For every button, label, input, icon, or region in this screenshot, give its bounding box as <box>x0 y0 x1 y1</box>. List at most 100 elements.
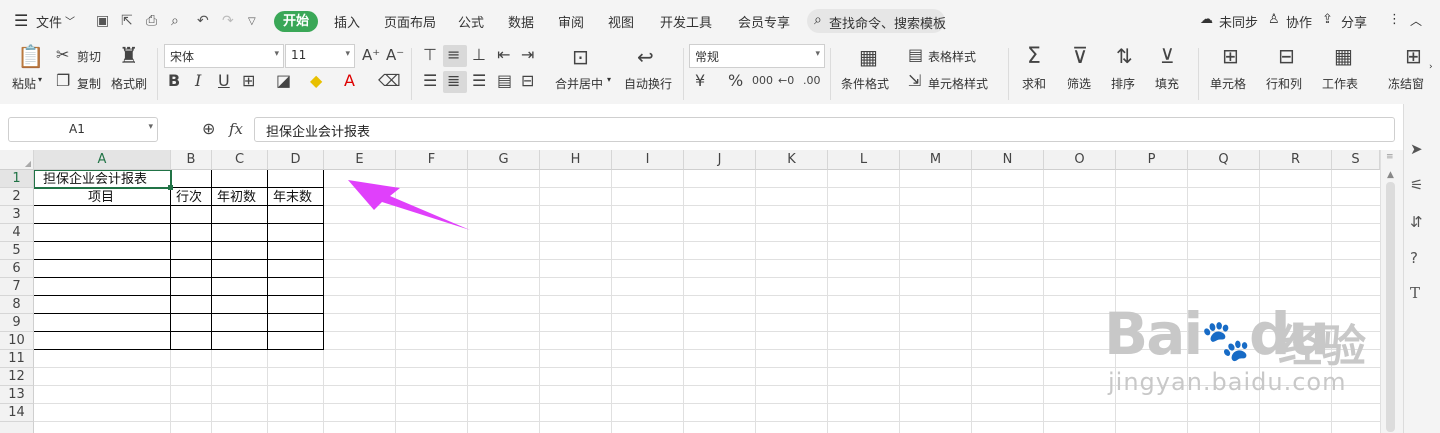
font-size-select[interactable]: 11 ▾ <box>285 44 355 68</box>
column-header-q[interactable]: Q <box>1188 150 1260 170</box>
redo-icon[interactable]: ↷ <box>222 13 234 29</box>
row-header-11[interactable]: 11 <box>0 350 34 368</box>
column-header-h[interactable]: H <box>540 150 612 170</box>
cell-b2[interactable]: 行次 <box>176 189 202 207</box>
filter-button[interactable]: 筛选 <box>1067 75 1091 92</box>
freeze-icon[interactable]: ⊞ <box>1405 46 1422 66</box>
row-col-icon[interactable]: ⊟ <box>1278 46 1295 66</box>
font-color-icon[interactable]: A <box>344 73 355 89</box>
format-painter-button[interactable]: 格式刷 <box>111 75 147 92</box>
row-header-9[interactable]: 9 <box>0 314 34 332</box>
sort-icon[interactable]: ⇅ <box>1116 46 1133 66</box>
sort-button[interactable]: 排序 <box>1111 75 1135 92</box>
border-icon[interactable]: ⊞ <box>242 73 255 89</box>
share-button[interactable]: 分享 <box>1341 12 1367 31</box>
undo-icon[interactable]: ↶ <box>197 13 209 29</box>
auto-wrap-button[interactable]: 自动换行 <box>624 75 672 92</box>
scissors-icon[interactable]: ✂ <box>56 47 69 63</box>
increase-font-icon[interactable]: A⁺ <box>362 47 380 63</box>
merge-center-button[interactable]: 合并居中 <box>555 75 603 92</box>
collab-button[interactable]: 协作 <box>1286 12 1312 31</box>
increase-indent-icon[interactable]: ⇥ <box>521 47 534 63</box>
align-left-icon[interactable]: ☰ <box>423 73 437 89</box>
ribbon-scroll-right-icon[interactable]: › <box>1429 62 1433 72</box>
clear-format-icon[interactable]: ⌫ <box>378 73 401 89</box>
tab-member[interactable]: 会员专享 <box>738 12 790 31</box>
chevron-down-icon[interactable]: ﹀ <box>65 13 75 28</box>
formula-input[interactable]: 担保企业会计报表 <box>254 117 1395 142</box>
row-header-14[interactable]: 14 <box>0 404 34 422</box>
bold-icon[interactable]: B <box>168 73 180 89</box>
merge-center-icon[interactable]: ⊡ <box>572 47 589 67</box>
worksheet-button[interactable]: 工作表 <box>1322 75 1358 92</box>
freeze-button[interactable]: 冻结窗 <box>1388 75 1424 92</box>
align-middle-icon[interactable]: ≡ <box>447 47 460 63</box>
fill-color-icon[interactable]: ◆ <box>310 73 322 89</box>
row-header-6[interactable]: 6 <box>0 260 34 278</box>
print-icon[interactable]: ⎙ <box>146 13 157 29</box>
distributed-icon[interactable]: ⊟ <box>521 73 534 89</box>
column-header-g[interactable]: G <box>468 150 540 170</box>
column-header-o[interactable]: O <box>1044 150 1116 170</box>
sync-status[interactable]: 未同步 <box>1219 12 1258 31</box>
increase-decimal-icon[interactable]: ←0 <box>778 73 794 89</box>
format-painter-icon[interactable]: ♜ <box>119 46 139 68</box>
tab-home[interactable]: 开始 <box>274 11 318 32</box>
collapse-ribbon-icon[interactable]: ︿ <box>1410 12 1422 29</box>
copy-button[interactable]: 复制 <box>77 75 101 92</box>
align-center-icon[interactable]: ≣ <box>447 73 460 89</box>
cut-button[interactable]: 剪切 <box>77 48 101 65</box>
row-header-3[interactable]: 3 <box>0 206 34 224</box>
cell-style-icon[interactable]: ◪ <box>276 73 291 89</box>
conditional-format-button[interactable]: 条件格式 <box>841 75 889 92</box>
decrease-decimal-icon[interactable]: .00 <box>803 73 821 89</box>
tab-data[interactable]: 数据 <box>508 12 534 31</box>
paste-icon[interactable]: 📋 <box>17 47 44 69</box>
scroll-thumb[interactable] <box>1386 182 1395 432</box>
row-col-button[interactable]: 行和列 <box>1266 75 1302 92</box>
export-icon[interactable]: ⇱ <box>121 13 133 29</box>
column-header-c[interactable]: C <box>212 150 268 170</box>
cell-a2[interactable]: 项目 <box>88 189 114 207</box>
row-header-13[interactable]: 13 <box>0 386 34 404</box>
column-header-a[interactable]: A <box>34 150 171 170</box>
row-header-5[interactable]: 5 <box>0 242 34 260</box>
scroll-menu-icon[interactable]: ≡ <box>1386 152 1394 162</box>
tab-formula[interactable]: 公式 <box>458 12 484 31</box>
more-icon[interactable]: ▽ <box>248 16 256 27</box>
file-menu[interactable]: 文件 <box>36 12 62 31</box>
row-header-8[interactable]: 8 <box>0 296 34 314</box>
decrease-font-icon[interactable]: A⁻ <box>386 47 404 63</box>
currency-icon[interactable]: ¥ <box>695 73 705 89</box>
column-header-d[interactable]: D <box>268 150 324 170</box>
search-input[interactable]: ⌕ 查找命令、搜索模板 <box>807 9 946 33</box>
more-options-icon[interactable]: ⋮ <box>1388 12 1401 27</box>
row-header-10[interactable]: 10 <box>0 332 34 350</box>
column-header-s[interactable]: S <box>1332 150 1380 170</box>
paste-dropdown-icon[interactable]: ▾ <box>38 75 42 84</box>
chevron-down-icon[interactable]: ▾ <box>148 122 153 132</box>
row-header-12[interactable]: 12 <box>0 368 34 386</box>
fill-icon[interactable]: ⊻ <box>1160 46 1175 66</box>
transform-icon[interactable]: ⇵ <box>1410 213 1423 231</box>
row-header-1[interactable]: 1 <box>0 170 34 188</box>
select-all-corner[interactable]: ◢ <box>0 150 34 170</box>
column-header-r[interactable]: R <box>1260 150 1332 170</box>
tab-developer[interactable]: 开发工具 <box>660 12 712 31</box>
paste-button[interactable]: 粘贴 <box>12 75 36 92</box>
sum-button[interactable]: 求和 <box>1022 75 1046 92</box>
thousands-icon[interactable]: 000 <box>752 73 773 89</box>
cloud-sync-icon[interactable]: ☁ <box>1200 12 1213 27</box>
cell-button[interactable]: 单元格 <box>1210 75 1246 92</box>
help-icon[interactable]: ? <box>1410 249 1418 267</box>
italic-icon[interactable]: I <box>195 73 201 89</box>
row-header-7[interactable]: 7 <box>0 278 34 296</box>
name-box[interactable]: A1 ▾ <box>8 117 158 142</box>
adjust-icon[interactable]: ⚟ <box>1410 176 1423 194</box>
filter-icon[interactable]: ⊽ <box>1072 46 1088 68</box>
column-header-m[interactable]: M <box>900 150 972 170</box>
percent-icon[interactable]: % <box>728 73 743 89</box>
font-name-select[interactable]: 宋体 ▾ <box>164 44 284 68</box>
decrease-indent-icon[interactable]: ⇤ <box>497 47 510 63</box>
text-icon[interactable]: T <box>1410 284 1420 302</box>
